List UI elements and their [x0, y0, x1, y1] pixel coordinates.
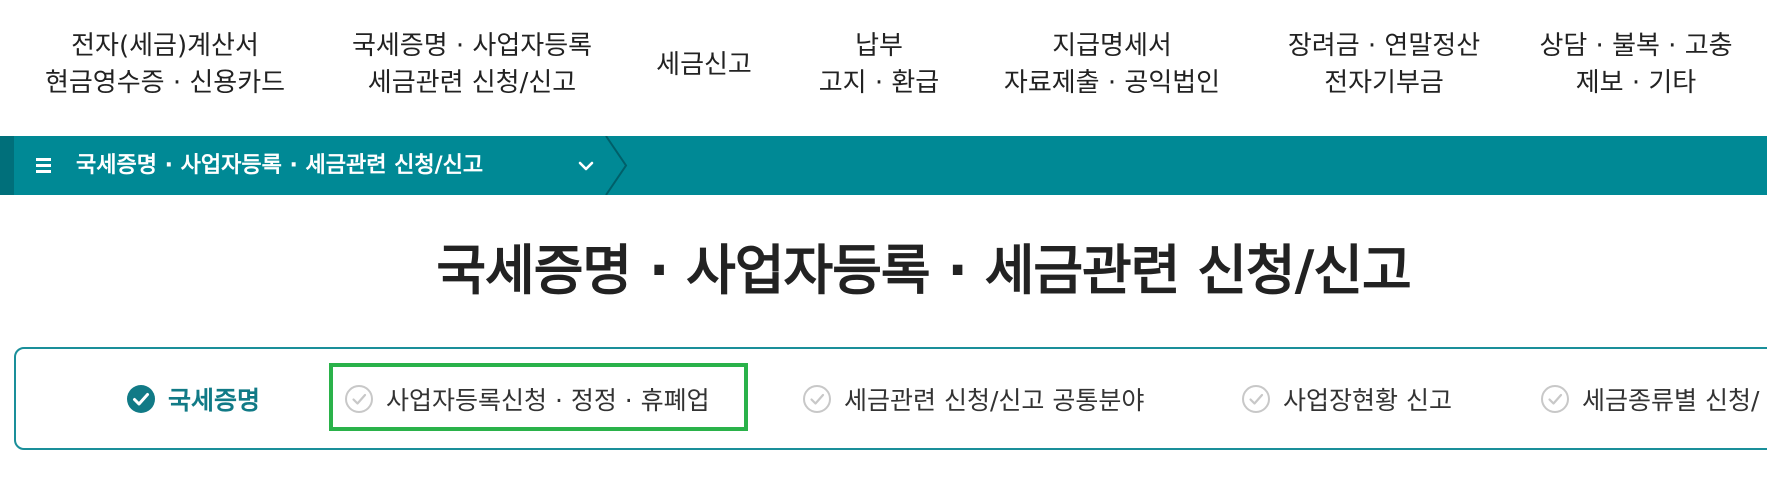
- breadcrumb-separator-icon: [605, 136, 628, 195]
- nav-item-line1: 납부: [855, 31, 903, 61]
- check-circle-outline-icon: [345, 384, 373, 413]
- tab-label: 국세증명: [168, 385, 261, 415]
- top-navigation: 전자(세금)계산서 현금영수증 · 신용카드 국세증명 · 사업자등록 세금관련…: [0, 0, 1767, 136]
- nav-item-payment[interactable]: 납부 고지 · 환급: [819, 28, 939, 102]
- nav-item-line1: 국세증명 · 사업자등록: [351, 31, 593, 61]
- nav-item-line1: 전자(세금)계산서: [71, 31, 259, 61]
- hamburger-menu-icon[interactable]: [36, 149, 56, 181]
- nav-item-line2: 전자기부금: [1324, 68, 1444, 98]
- check-circle-outline-icon: [803, 384, 831, 413]
- sub-tab-strip: 국세증명 사업자등록신청 · 정정 · 휴폐업 세금관련 신청/신고 공통분야 …: [14, 347, 1767, 450]
- page-title: 국세증명 · 사업자등록 · 세금관련 신청/신고: [436, 239, 1411, 302]
- nav-item-line2: 제보 · 기타: [1575, 68, 1697, 98]
- nav-item-e-tax-invoice[interactable]: 전자(세금)계산서 현금영수증 · 신용카드: [45, 28, 285, 102]
- nav-item-line2: 세금관련 신청/신고: [367, 68, 577, 98]
- tab-tax-certificates[interactable]: 국세증명: [126, 349, 260, 448]
- chevron-down-icon[interactable]: [574, 154, 598, 178]
- tab-common-applications[interactable]: 세금관련 신청/신고 공통분야: [802, 349, 1144, 448]
- tab-label: 세금관련 신청/신고 공통분야: [844, 385, 1145, 415]
- nav-item-certificates-registration[interactable]: 국세증명 · 사업자등록 세금관련 신청/신고: [352, 28, 592, 102]
- nav-item-line1: 세금신고: [656, 50, 752, 80]
- tab-label: 세금종류별 신청/: [1582, 385, 1760, 415]
- check-circle-outline-icon: [1541, 384, 1569, 413]
- breadcrumb: 국세증명 · 사업자등록 · 세금관련 신청/신고: [0, 136, 1767, 195]
- nav-item-line1: 지급명세서: [1052, 31, 1172, 61]
- breadcrumb-label[interactable]: 국세증명 · 사업자등록 · 세금관련 신청/신고: [76, 136, 483, 195]
- nav-item-payment-statements[interactable]: 지급명세서 자료제출 · 공익법인: [1004, 28, 1220, 102]
- nav-item-line2: 고지 · 환급: [818, 68, 940, 98]
- tab-by-tax-type[interactable]: 세금종류별 신청/: [1540, 349, 1759, 448]
- nav-item-incentives-year-end[interactable]: 장려금 · 연말정산 전자기부금: [1288, 28, 1480, 102]
- tab-label: 사업자등록신청 · 정정 · 휴폐업: [386, 385, 710, 415]
- tab-label: 사업장현황 신고: [1283, 385, 1452, 415]
- check-circle-filled-icon: [127, 384, 155, 413]
- nav-item-line2: 현금영수증 · 신용카드: [44, 68, 286, 98]
- nav-item-line1: 장려금 · 연말정산: [1287, 31, 1481, 61]
- nav-item-consultation-etc[interactable]: 상담 · 불복 · 고충 제보 · 기타: [1539, 28, 1732, 102]
- check-circle-outline-icon: [1242, 384, 1270, 413]
- tab-business-registration[interactable]: 사업자등록신청 · 정정 · 휴폐업: [344, 349, 710, 448]
- nav-item-line1: 상담 · 불복 · 고충: [1539, 31, 1733, 61]
- nav-item-tax-filing[interactable]: 세금신고: [656, 47, 752, 84]
- tab-business-status-report[interactable]: 사업장현황 신고: [1241, 349, 1452, 448]
- breadcrumb-edge: [0, 136, 14, 195]
- nav-item-line2: 자료제출 · 공익법인: [1003, 68, 1221, 98]
